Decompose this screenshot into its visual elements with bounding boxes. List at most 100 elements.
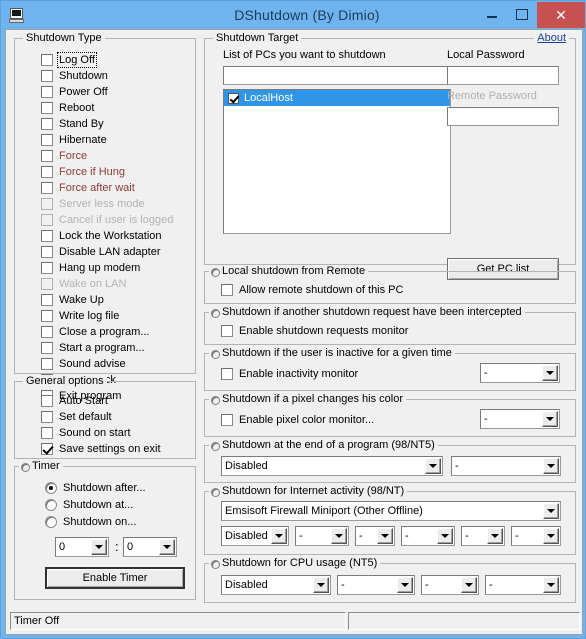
local-password-input[interactable]: [447, 66, 559, 85]
enable-timer-button[interactable]: Enable Timer: [45, 567, 185, 589]
checkbox-log-off[interactable]: Log Off: [41, 52, 97, 68]
checkbox-disable-lan-adapter[interactable]: Disable LAN adapter: [41, 245, 161, 259]
checkbox-power-off[interactable]: Power Off: [41, 85, 108, 99]
internet-combo-4[interactable]: -: [401, 526, 455, 546]
remote-password-input[interactable]: [447, 107, 559, 126]
close-button[interactable]: ✕: [537, 2, 585, 28]
checkbox-write-log-file[interactable]: Write log file: [41, 309, 119, 323]
checkbox-force[interactable]: Force: [41, 149, 87, 163]
internet-combo-6[interactable]: -: [511, 526, 561, 546]
checkbox-box[interactable]: [41, 443, 53, 455]
list-item[interactable]: LocalHost: [224, 90, 450, 106]
checkbox-shutdown[interactable]: Shutdown: [41, 69, 108, 83]
checkbox-hibernate[interactable]: Hibernate: [41, 133, 107, 147]
radio-shutdown-at[interactable]: Shutdown at...: [45, 498, 133, 512]
radio-dot[interactable]: [45, 482, 57, 494]
pixel-color-combo[interactable]: -: [480, 409, 560, 429]
chevron-down-icon[interactable]: [437, 528, 453, 544]
checkbox-box[interactable]: [41, 294, 53, 306]
chevron-down-icon[interactable]: [331, 528, 347, 544]
minimize-button[interactable]: [477, 1, 507, 27]
checkbox-stand-by[interactable]: Stand By: [41, 117, 104, 131]
checkbox-enable-inactivity-monitor[interactable]: Enable inactivity monitor: [221, 367, 358, 381]
end-of-program-combo-2[interactable]: -: [451, 456, 561, 476]
timer-hours-combo[interactable]: 0: [55, 537, 109, 557]
checkbox-box[interactable]: [41, 411, 53, 423]
checkbox-box[interactable]: [41, 230, 53, 242]
checkbox-auto-start[interactable]: Auto Start: [41, 394, 108, 408]
checkbox-allow-remote-shutdown[interactable]: Allow remote shutdown of this PC: [221, 283, 403, 297]
chevron-down-icon[interactable]: [487, 528, 503, 544]
checkbox-box[interactable]: [41, 246, 53, 258]
pc-list-box[interactable]: LocalHost: [223, 89, 451, 234]
checkbox-lock-the-workstation[interactable]: Lock the Workstation: [41, 229, 162, 243]
chevron-down-icon[interactable]: [271, 528, 287, 544]
cpu-combo-1[interactable]: Disabled: [221, 575, 331, 595]
cpu-combo-3[interactable]: -: [421, 575, 479, 595]
inactivity-combo[interactable]: -: [480, 363, 560, 383]
checkbox-force-after-wait[interactable]: Force after wait: [41, 181, 135, 195]
pc-name-input[interactable]: [223, 66, 451, 85]
checkbox-close-a-program[interactable]: Close a program...: [41, 325, 149, 339]
cpu-combo-4[interactable]: -: [485, 575, 561, 595]
internet-combo-3[interactable]: -: [355, 526, 395, 546]
chevron-down-icon[interactable]: [542, 365, 558, 381]
chevron-down-icon[interactable]: [313, 577, 329, 593]
checkbox-force-if-hung[interactable]: Force if Hung: [41, 165, 125, 179]
chevron-down-icon[interactable]: [543, 528, 559, 544]
chevron-down-icon[interactable]: [159, 539, 175, 555]
checkbox-box[interactable]: [228, 92, 239, 104]
checkbox-box[interactable]: [41, 134, 53, 146]
checkbox-box[interactable]: [41, 262, 53, 274]
checkbox-box[interactable]: [41, 54, 53, 66]
chevron-down-icon[interactable]: [543, 577, 559, 593]
internet-adapter-combo[interactable]: Emsisoft Firewall Miniport (Other Offlin…: [221, 501, 561, 521]
chevron-down-icon[interactable]: [91, 539, 107, 555]
chevron-down-icon[interactable]: [542, 411, 558, 427]
checkbox-box[interactable]: [41, 182, 53, 194]
checkbox-enable-shutdown-requests-monitor[interactable]: Enable shutdown requests monitor: [221, 324, 408, 338]
checkbox-set-default[interactable]: Set default: [41, 410, 112, 424]
about-link[interactable]: About: [534, 32, 569, 44]
checkbox-box[interactable]: [41, 395, 53, 407]
checkbox-box[interactable]: [41, 86, 53, 98]
checkbox-box[interactable]: [221, 284, 233, 296]
chevron-down-icon[interactable]: [425, 458, 441, 474]
checkbox-box[interactable]: [41, 326, 53, 338]
checkbox-box[interactable]: [41, 118, 53, 130]
checkbox-enable-pixel-color-monitor[interactable]: Enable pixel color monitor...: [221, 413, 374, 427]
chevron-down-icon[interactable]: [461, 577, 477, 593]
radio-shutdown-on[interactable]: Shutdown on...: [45, 515, 136, 529]
checkbox-box[interactable]: [41, 102, 53, 114]
checkbox-box[interactable]: [221, 414, 233, 426]
internet-combo-1[interactable]: Disabled: [221, 526, 289, 546]
checkbox-reboot[interactable]: Reboot: [41, 101, 94, 115]
radio-dot[interactable]: [45, 516, 57, 528]
maximize-button[interactable]: [507, 1, 537, 27]
checkbox-box[interactable]: [221, 325, 233, 337]
internet-combo-5[interactable]: -: [461, 526, 505, 546]
chevron-down-icon[interactable]: [543, 503, 559, 519]
checkbox-start-a-program[interactable]: Start a program...: [41, 341, 145, 355]
checkbox-box[interactable]: [41, 358, 53, 370]
end-of-program-combo-1[interactable]: Disabled: [221, 456, 443, 476]
checkbox-box[interactable]: [41, 70, 53, 82]
timer-minutes-combo[interactable]: 0: [123, 537, 177, 557]
chevron-down-icon[interactable]: [377, 528, 393, 544]
checkbox-box[interactable]: [41, 166, 53, 178]
checkbox-hang-up-modem[interactable]: Hang up modem: [41, 261, 140, 275]
chevron-down-icon[interactable]: [397, 577, 413, 593]
cpu-combo-2[interactable]: -: [337, 575, 415, 595]
checkbox-box[interactable]: [41, 310, 53, 322]
checkbox-sound-on-start[interactable]: Sound on start: [41, 426, 131, 440]
radio-shutdown-after[interactable]: Shutdown after...: [45, 481, 146, 495]
checkbox-sound-advise[interactable]: Sound advise: [41, 357, 126, 371]
checkbox-wake-up[interactable]: Wake Up: [41, 293, 104, 307]
checkbox-box[interactable]: [41, 342, 53, 354]
chevron-down-icon[interactable]: [543, 458, 559, 474]
radio-dot[interactable]: [45, 499, 57, 511]
checkbox-box[interactable]: [221, 368, 233, 380]
checkbox-box[interactable]: [41, 427, 53, 439]
internet-combo-2[interactable]: -: [295, 526, 349, 546]
checkbox-save-settings-on-exit[interactable]: Save settings on exit: [41, 442, 161, 456]
